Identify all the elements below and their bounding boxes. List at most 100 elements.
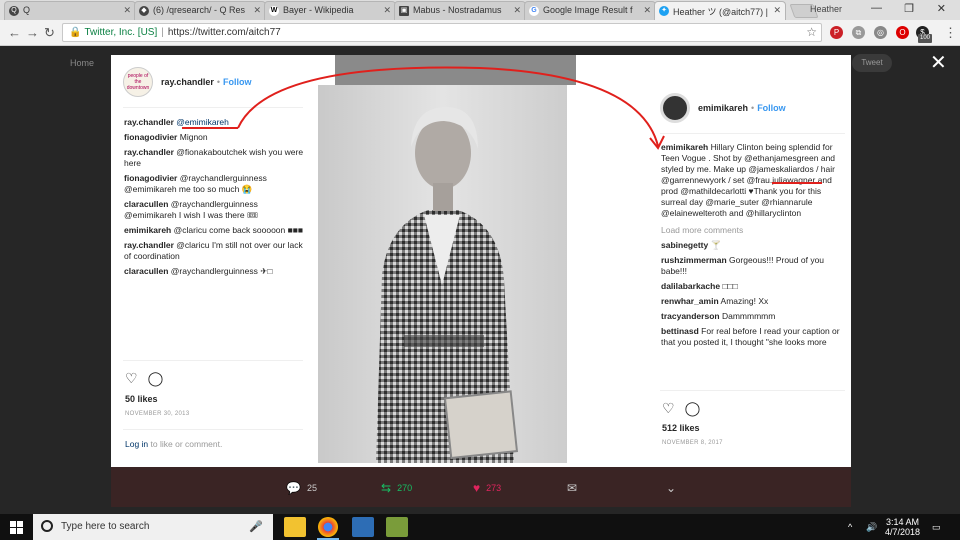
lock-icon: 🔒 xyxy=(69,27,82,38)
more-button[interactable]: ⌄ xyxy=(666,481,682,495)
caption-text: emimikareh Hillary Clinton being splendi… xyxy=(661,142,836,218)
windows-start-icon[interactable] xyxy=(10,521,23,534)
retweet-button[interactable]: ⇆ 270 xyxy=(381,481,412,495)
post-header: emimikareh • Follow xyxy=(660,93,786,123)
notification-icon[interactable]: ▭ xyxy=(932,522,941,533)
chrome-icon[interactable] xyxy=(318,517,338,537)
browser-tab-qresearch[interactable]: ◆ (6) /qresearch/ - Q Res ✕ xyxy=(134,1,266,20)
browser-tab-google-image[interactable]: G Google Image Result f ✕ xyxy=(524,1,656,20)
back-icon[interactable]: ← xyxy=(8,25,21,40)
search-icon xyxy=(41,520,53,532)
divider xyxy=(123,107,303,108)
maximize-icon[interactable]: ❐ xyxy=(904,2,914,15)
minimize-icon[interactable]: — xyxy=(871,2,882,14)
extension-icon[interactable]: ⧉ xyxy=(852,26,865,39)
close-icon[interactable]: ✕ xyxy=(253,5,261,16)
dm-button[interactable]: ✉ xyxy=(567,481,583,495)
username: ray.chandler xyxy=(161,77,214,87)
portrait-photo xyxy=(318,85,567,463)
taskbar: Type here to search 🎤 ^ 🔊 3:14 AM 4/7/20… xyxy=(0,514,960,540)
tweet-actions-bar: 💬 25 ⇆ 270 ♥ 273 ✉ ⌄ xyxy=(111,467,851,507)
list-item: fionagodivier @raychandlerguinness @emim… xyxy=(124,173,267,194)
comment-list: ray.chandler @emimikareh fionagodivier M… xyxy=(124,117,309,281)
browser-tab-bar: Q Q ✕ ◆ (6) /qresearch/ - Q Res ✕ W Baye… xyxy=(0,0,960,20)
post-header: people of the downtown ray.chandler • Fo… xyxy=(123,67,252,97)
divider xyxy=(660,390,845,391)
comment-icon: ◯ xyxy=(147,370,164,386)
close-icon[interactable]: ✕ xyxy=(123,5,131,16)
list-item: renwhar_amin Amazing! Xx xyxy=(661,296,769,306)
profile-name[interactable]: Heather xyxy=(810,4,842,14)
reload-icon[interactable]: ↻ xyxy=(44,25,55,41)
reply-icon: 💬 xyxy=(286,481,301,495)
close-icon[interactable]: ✕ xyxy=(773,5,781,16)
extension-badge-icon[interactable]: 100 xyxy=(918,34,932,43)
list-item: claracullen @raychandlerguinness @emimik… xyxy=(124,199,258,220)
caption: emimikareh Hillary Clinton being splendi… xyxy=(661,142,849,352)
portrait-illustration xyxy=(376,107,519,463)
app-icon[interactable] xyxy=(352,517,374,537)
post-date: NOVEMBER 30, 2013 xyxy=(125,411,190,417)
mabus-icon: ▣ xyxy=(399,6,409,16)
url-text: https://twitter.com/aitch77 xyxy=(167,27,281,38)
browser-tab-mabus[interactable]: ▣ Mabus - Nostradamus ✕ xyxy=(394,1,526,20)
list-item: ray.chandler @claricu I'm still not over… xyxy=(124,240,303,261)
pinterest-icon[interactable]: P xyxy=(830,26,843,39)
tweet-button[interactable]: Tweet xyxy=(852,54,892,72)
bookmark-star-icon[interactable]: ☆ xyxy=(806,24,817,41)
browser-tab-twitter[interactable]: ✦ Heather ツ (@aitch77) | ✕ xyxy=(654,1,786,20)
window-close-icon[interactable]: ✕ xyxy=(937,2,946,15)
reply-button[interactable]: 💬 25 xyxy=(286,481,317,495)
microphone-icon[interactable]: 🎤 xyxy=(249,514,263,540)
photo-margin xyxy=(567,85,650,463)
likes-count: 50 likes xyxy=(125,394,158,404)
menu-icon[interactable]: ⋮ xyxy=(944,25,957,41)
envelope-icon: ✉ xyxy=(567,481,578,495)
follow-button: Follow xyxy=(223,77,252,87)
qresearch-icon: ◆ xyxy=(139,6,149,16)
list-item: dalilabarkache □□□ xyxy=(661,281,738,291)
instagram-post-right: emimikareh • Follow emimikareh Hillary C… xyxy=(650,55,851,467)
close-icon[interactable]: ✕ xyxy=(930,50,947,75)
file-explorer-icon[interactable] xyxy=(284,517,306,537)
system-clock[interactable]: 3:14 AM 4/7/2018 xyxy=(885,517,920,537)
paint-icon[interactable] xyxy=(386,517,408,537)
username: emimikareh xyxy=(698,103,749,113)
close-icon[interactable]: ✕ xyxy=(513,5,521,16)
post-actions: ♡ ◯ xyxy=(662,400,710,417)
login-prompt: Log in to like or comment. xyxy=(125,439,223,449)
volume-icon[interactable]: 🔊 xyxy=(866,522,877,533)
q-icon: Q xyxy=(9,6,19,16)
browser-tab-q[interactable]: Q Q ✕ xyxy=(4,1,136,20)
list-item: fionagodivier Mignon xyxy=(124,132,208,142)
url-input[interactable]: 🔒 Twitter, Inc. [US] | https://twitter.com/… xyxy=(62,23,822,42)
wikipedia-icon: W xyxy=(269,6,279,16)
like-button[interactable]: ♥ 273 xyxy=(473,481,501,495)
extension-icon[interactable]: ◎ xyxy=(874,26,887,39)
tweet-image[interactable]: people of the downtown ray.chandler • Fo… xyxy=(111,55,851,467)
chevron-down-icon: ⌄ xyxy=(666,481,677,495)
avatar: people of the downtown xyxy=(123,67,153,97)
chevron-up-icon[interactable]: ^ xyxy=(848,522,852,532)
google-icon: G xyxy=(529,6,539,16)
address-bar: ← → ↻ 🔒 Twitter, Inc. [US] | https://twitte… xyxy=(0,20,960,46)
twitter-home-link[interactable]: Home xyxy=(70,58,94,68)
likes-count: 512 likes xyxy=(662,423,700,433)
photo-top-strip xyxy=(335,55,576,87)
list-item: emimikareh @claricu come back sooooon ■■… xyxy=(124,225,304,235)
divider xyxy=(660,133,845,134)
heart-icon: ♥ xyxy=(473,481,481,495)
forward-icon[interactable]: → xyxy=(26,25,39,40)
close-icon[interactable]: ✕ xyxy=(643,5,651,16)
opera-icon[interactable]: O xyxy=(896,26,909,39)
browser-tab-wikipedia[interactable]: W Bayer - Wikipedia ✕ xyxy=(264,1,396,20)
secure-label: Twitter, Inc. [US] xyxy=(84,27,158,38)
divider xyxy=(123,360,303,361)
avatar xyxy=(660,93,690,123)
list-item: sabinegetty 🍸 xyxy=(661,240,722,250)
retweet-icon: ⇆ xyxy=(381,481,392,495)
close-icon[interactable]: ✕ xyxy=(383,5,391,16)
list-item: tracyanderson Dammmmmm xyxy=(661,311,776,321)
list-item: rushzimmerman Gorgeous!!! Proud of you b… xyxy=(661,255,825,276)
taskbar-search-input[interactable]: Type here to search 🎤 xyxy=(33,514,273,540)
